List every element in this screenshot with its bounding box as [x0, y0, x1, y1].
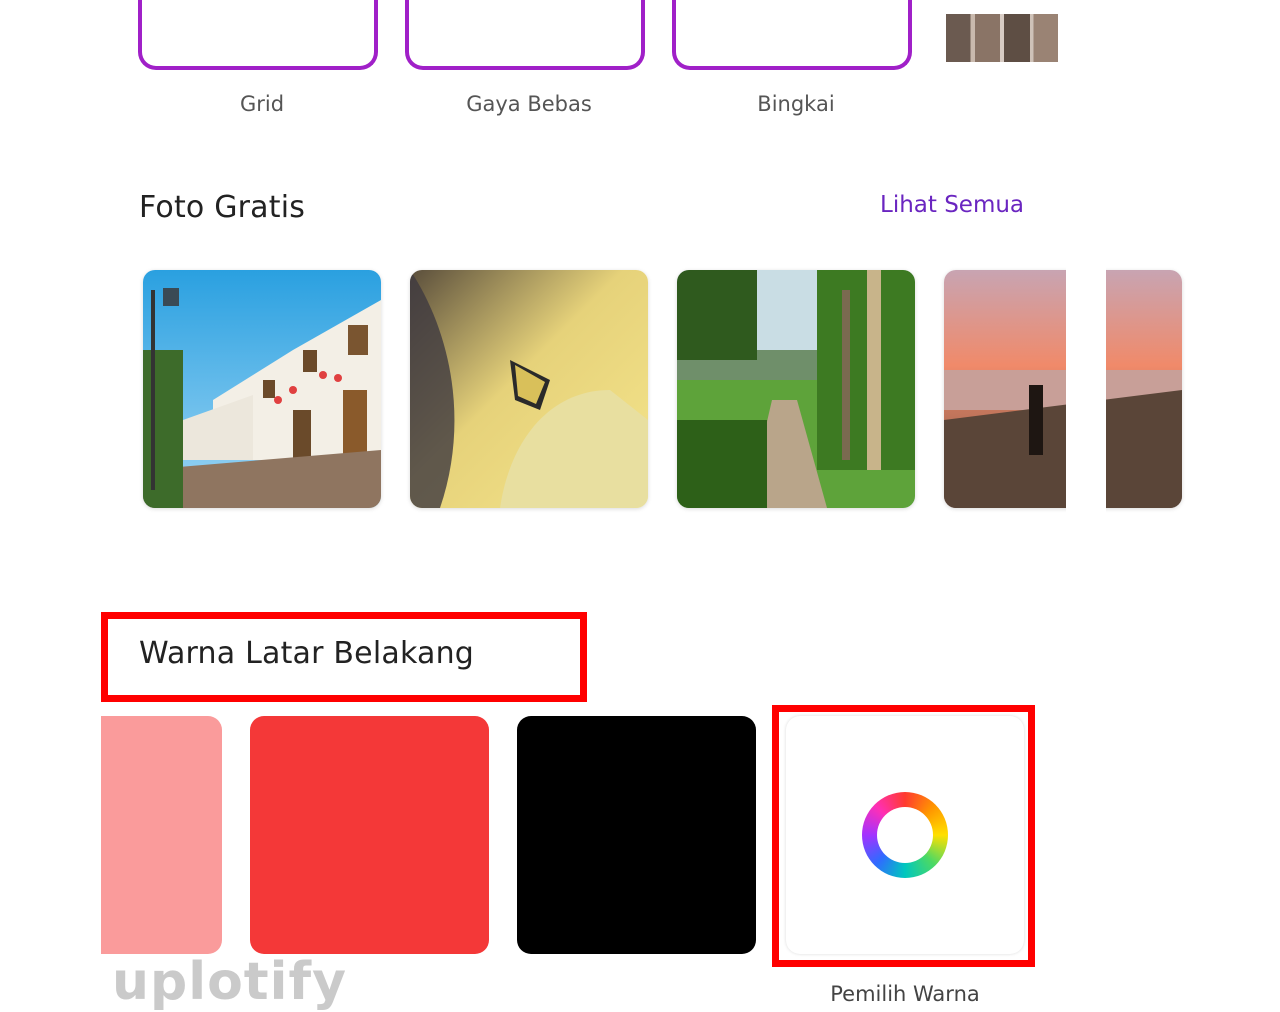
layout-frame-card[interactable]: [672, 0, 912, 70]
see-all-link[interactable]: Lihat Semua: [880, 192, 1024, 218]
beach-sunset-image: [944, 270, 1182, 508]
layout-collage-thumbnail[interactable]: [946, 14, 1058, 62]
layout-grid-card[interactable]: [138, 0, 378, 70]
background-color-title: Warna Latar Belakang: [139, 636, 475, 671]
layout-freestyle-label: Gaya Bebas: [466, 92, 592, 116]
watermark-text: uplotify: [112, 952, 347, 1012]
scroll-edge-mask: [1058, 0, 1078, 80]
layout-frame-label: Bingkai: [757, 92, 835, 116]
photo-beach-sunset[interactable]: [944, 270, 1182, 508]
photo-village-street[interactable]: [143, 270, 381, 508]
layout-grid-label: Grid: [239, 92, 285, 116]
color-wheel-icon: [862, 792, 948, 878]
color-swatch-black[interactable]: [517, 716, 756, 954]
photo-butterfly[interactable]: [410, 270, 648, 508]
forest-path-image: [677, 270, 915, 508]
color-picker-label: Pemilih Warna: [830, 982, 980, 1006]
color-swatch-red[interactable]: [250, 716, 489, 954]
color-swatch-light-pink[interactable]: [101, 716, 222, 954]
butterfly-image: [410, 270, 648, 508]
scroll-edge-mask: [1066, 260, 1106, 520]
color-picker-button[interactable]: [786, 716, 1024, 954]
village-street-image: [143, 270, 381, 508]
free-photos-title: Foto Gratis: [139, 190, 306, 225]
photo-forest-path[interactable]: [677, 270, 915, 508]
layout-freestyle-card[interactable]: [405, 0, 645, 70]
